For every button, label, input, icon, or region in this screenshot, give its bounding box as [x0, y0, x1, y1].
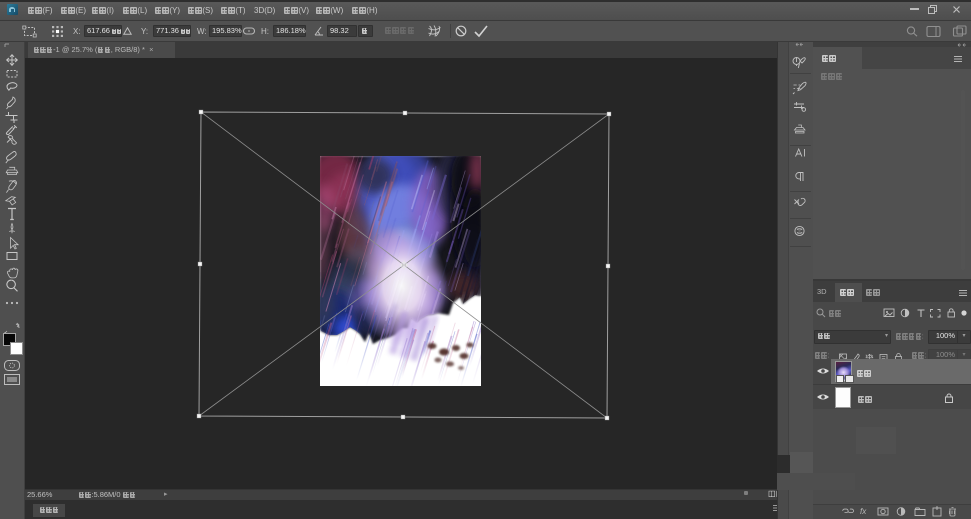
svg-text:fx: fx	[860, 507, 867, 516]
